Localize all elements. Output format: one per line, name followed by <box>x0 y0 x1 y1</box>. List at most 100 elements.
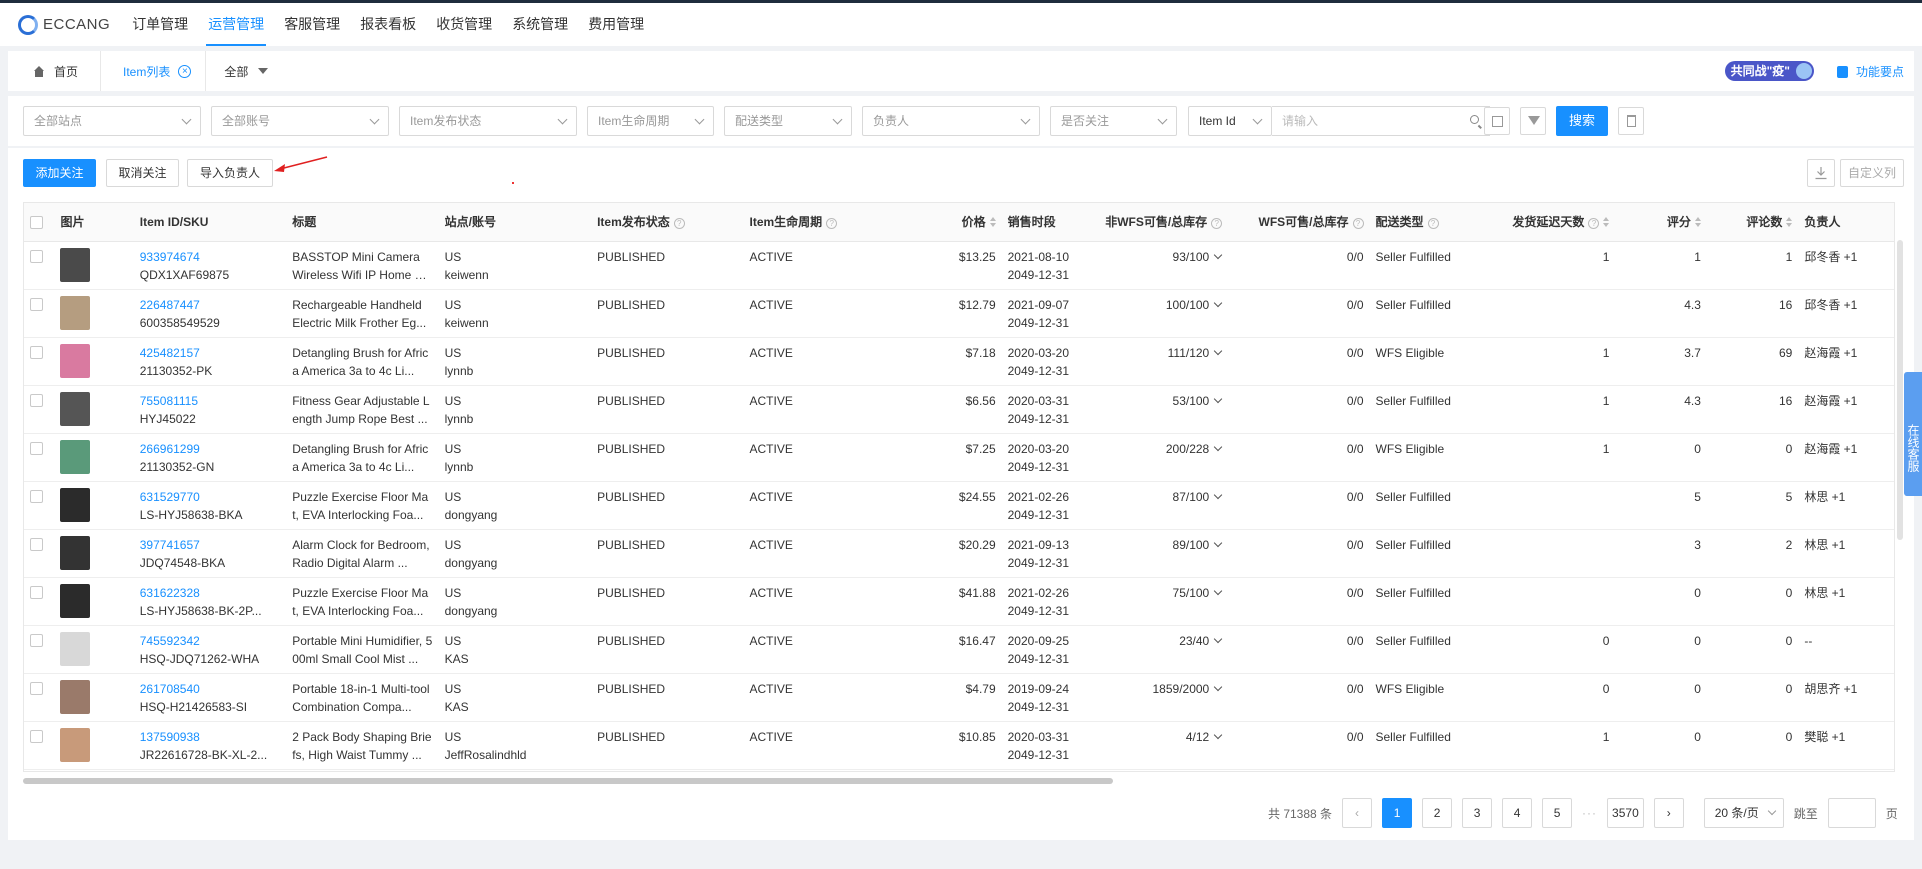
nav-item-orders[interactable]: 订单管理 <box>122 3 198 46</box>
tab-home[interactable]: 首页 <box>8 51 102 91</box>
page-4-button[interactable]: 4 <box>1502 798 1533 828</box>
help-icon[interactable]: ? <box>1211 218 1223 230</box>
item-id-link[interactable]: 933974674 <box>140 248 280 266</box>
page-3-button[interactable]: 3 <box>1462 798 1493 828</box>
product-thumbnail[interactable] <box>60 679 91 714</box>
lifecycle-select[interactable]: Item生命周期 <box>587 106 714 136</box>
account-select[interactable]: 全部账号 <box>211 106 389 136</box>
row-checkbox[interactable] <box>30 681 43 695</box>
nav-item-receiving[interactable]: 收货管理 <box>426 3 502 46</box>
row-checkbox[interactable] <box>30 345 43 359</box>
product-thumbnail[interactable] <box>60 487 91 522</box>
site-select[interactable]: 全部站点 <box>23 106 201 136</box>
search-button[interactable]: 搜索 <box>1556 106 1608 136</box>
nonwfs-stock-cell[interactable]: 89/100 <box>1099 529 1228 578</box>
close-icon[interactable]: × <box>178 64 192 78</box>
nonwfs-stock-cell[interactable]: 200/228 <box>1099 433 1228 482</box>
chevron-down-icon[interactable] <box>1213 682 1223 691</box>
item-id-link[interactable]: 755081115 <box>140 392 280 410</box>
owner-cell[interactable]: 赵海霞 +1 <box>1798 385 1894 434</box>
prev-page-button[interactable]: ‹ <box>1342 798 1373 828</box>
table-row[interactable]: 755081115 HYJ45022 Fitness Gear Adjustable… <box>24 385 1894 434</box>
chevron-down-icon[interactable] <box>1213 394 1223 403</box>
more-pages-ellipsis[interactable]: ··· <box>1582 806 1597 820</box>
clear-filter-button[interactable] <box>1520 107 1546 135</box>
item-id-link[interactable]: 261708540 <box>140 680 280 698</box>
chevron-down-icon[interactable] <box>1213 634 1223 643</box>
product-thumbnail[interactable] <box>60 391 91 426</box>
online-service-tab[interactable]: 在线客服 <box>1904 372 1922 496</box>
table-row[interactable]: 397741657 JDQ74548-BKA Alarm Clock for Bed… <box>24 529 1894 578</box>
help-icon[interactable]: ? <box>826 218 838 230</box>
item-id-link[interactable]: 266961299 <box>140 440 280 458</box>
tab-all-dropdown[interactable]: 全部 <box>206 51 286 91</box>
product-thumbnail[interactable] <box>60 295 91 330</box>
chevron-down-icon[interactable] <box>1213 538 1223 547</box>
row-checkbox[interactable] <box>30 585 43 599</box>
row-checkbox[interactable] <box>30 633 43 647</box>
horizontal-scrollbar[interactable] <box>23 778 1113 784</box>
nonwfs-stock-cell[interactable]: 4/12 <box>1099 721 1228 770</box>
nav-item-reports[interactable]: 报表看板 <box>350 3 426 46</box>
owner-cell[interactable]: 邱冬香 +1 <box>1798 241 1894 290</box>
owner-cell[interactable]: 林思 +1 <box>1798 481 1894 530</box>
table-row[interactable]: 226487447 600358549529 Rechargeable Handhe… <box>24 289 1894 338</box>
nav-item-fees[interactable]: 费用管理 <box>578 3 654 46</box>
download-button[interactable] <box>1807 159 1835 187</box>
fight-epidemic-badge[interactable]: 共同战"疫" <box>1724 61 1814 81</box>
table-row[interactable]: 745592342 HSQ-JDQ71262-WHA Portable Mini H… <box>24 625 1894 674</box>
table-row[interactable]: 933974674 QDX1XAF69875 BASSTOP Mini Camera… <box>24 241 1894 290</box>
cancel-follow-button[interactable]: 取消关注 <box>106 159 179 187</box>
owner-select[interactable]: 负责人 <box>862 106 1040 136</box>
col-reviews[interactable]: 评论数 <box>1706 203 1799 242</box>
next-page-button[interactable]: › <box>1653 798 1684 828</box>
product-thumbnail[interactable] <box>60 631 91 666</box>
table-row[interactable]: 425482157 21130352-PK Detangling Brush for… <box>24 337 1894 386</box>
nonwfs-stock-cell[interactable]: 75/100 <box>1099 577 1228 626</box>
nonwfs-stock-cell[interactable]: 93/100 <box>1099 241 1228 290</box>
owner-cell[interactable]: 林思 +1 <box>1798 529 1894 578</box>
search-input[interactable]: 请输入 <box>1272 106 1490 136</box>
item-id-link[interactable]: 745592342 <box>140 632 280 650</box>
jump-page-input[interactable] <box>1827 798 1876 828</box>
product-thumbnail[interactable] <box>60 583 91 618</box>
row-checkbox[interactable] <box>30 537 43 551</box>
nonwfs-stock-cell[interactable]: 53/100 <box>1099 385 1228 434</box>
table-row[interactable]: 137590938 JR22616728-BK-XL-2... 2 Pack Bod… <box>24 721 1894 770</box>
col-delay-days[interactable]: 发货延迟天数? <box>1501 203 1616 242</box>
last-page-button[interactable]: 3570 <box>1607 798 1644 828</box>
owner-cell[interactable]: 樊聪 +1 <box>1798 721 1894 770</box>
item-id-link[interactable]: 425482157 <box>140 344 280 362</box>
help-icon[interactable]: ? <box>1352 218 1364 230</box>
page-1-button[interactable]: 1 <box>1382 798 1413 828</box>
col-rating[interactable]: 评分 <box>1615 203 1707 242</box>
item-id-link[interactable]: 631622328 <box>140 584 280 602</box>
logo[interactable]: ECCANG <box>18 14 110 35</box>
item-id-link[interactable]: 397741657 <box>140 536 280 554</box>
sort-icon[interactable] <box>1786 217 1793 228</box>
row-checkbox[interactable] <box>30 441 43 455</box>
page-size-select[interactable]: 20 条/页 <box>1703 798 1784 828</box>
feature-points-link[interactable]: 功能要点 <box>1836 63 1904 80</box>
owner-cell[interactable]: 林思 +1 <box>1798 577 1894 626</box>
owner-cell[interactable]: 赵海霞 +1 <box>1798 433 1894 482</box>
tab-item-list[interactable]: Item列表 × <box>101 51 207 91</box>
nav-item-system[interactable]: 系统管理 <box>502 3 578 46</box>
item-id-link[interactable]: 631529770 <box>140 488 280 506</box>
publish-status-select[interactable]: Item发布状态 <box>399 106 577 136</box>
vertical-scrollbar[interactable] <box>1897 240 1903 540</box>
nonwfs-stock-cell[interactable]: 23/40 <box>1099 625 1228 674</box>
nonwfs-stock-cell[interactable]: 100/100 <box>1099 289 1228 338</box>
chevron-down-icon[interactable] <box>1213 250 1223 259</box>
item-id-link[interactable]: 226487447 <box>140 296 280 314</box>
product-thumbnail[interactable] <box>60 247 91 282</box>
help-icon[interactable]: ? <box>1427 218 1439 230</box>
column-settings-button[interactable] <box>1484 107 1510 135</box>
table-row[interactable]: 631529770 LS-HYJ58638-BKA Puzzle Exercise … <box>24 481 1894 530</box>
import-owner-button[interactable]: 导入负责人 <box>187 159 273 187</box>
nav-item-customer-service[interactable]: 客服管理 <box>274 3 350 46</box>
row-checkbox[interactable] <box>30 249 43 263</box>
followed-select[interactable]: 是否关注 <box>1050 106 1177 136</box>
table-row[interactable]: 261708540 HSQ-H21426583-SI Portable 18-in-… <box>24 673 1894 722</box>
nonwfs-stock-cell[interactable]: 111/120 <box>1099 337 1228 386</box>
